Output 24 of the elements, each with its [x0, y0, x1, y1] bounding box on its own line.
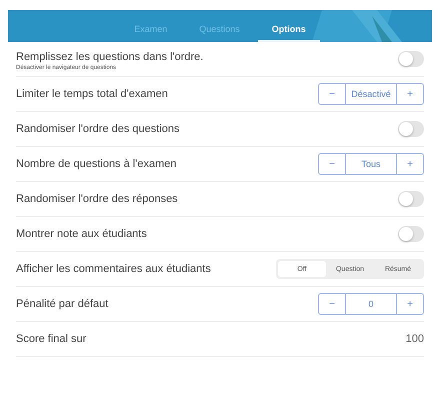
tab[interactable]: Options — [258, 24, 320, 42]
toggle-switch[interactable] — [398, 226, 424, 242]
setting-label: Afficher les commentaires aux étudiants — [16, 263, 211, 275]
decrement-button[interactable]: − — [319, 84, 345, 104]
setting-label: Pénalité par défaut — [16, 298, 108, 310]
setting-value: 100 — [406, 333, 424, 345]
increment-button[interactable]: + — [397, 84, 423, 104]
increment-button[interactable]: + — [397, 154, 423, 174]
decrement-button[interactable]: − — [319, 154, 345, 174]
stepper-value: Tous — [345, 154, 397, 174]
stepper-value: Désactivé — [345, 84, 397, 104]
increment-button[interactable]: + — [397, 294, 423, 314]
toggle-switch[interactable] — [398, 191, 424, 207]
setting-label: Randomiser l'ordre des réponses — [16, 193, 178, 205]
toggle-switch[interactable] — [398, 121, 424, 137]
decrement-button[interactable]: − — [319, 294, 345, 314]
setting-label: Score final sur — [16, 333, 86, 345]
setting-label: Limiter le temps total d'examen — [16, 88, 168, 100]
setting-label: Remplissez les questions dans l'ordre. — [16, 51, 204, 63]
setting-label: Randomiser l'ordre des questions — [16, 123, 180, 135]
stepper-value: 0 — [345, 294, 397, 314]
setting-label: Montrer note aux étudiants — [16, 228, 147, 240]
setting-label: Nombre de questions à l'examen — [16, 158, 176, 170]
toggle-switch[interactable] — [398, 51, 424, 67]
